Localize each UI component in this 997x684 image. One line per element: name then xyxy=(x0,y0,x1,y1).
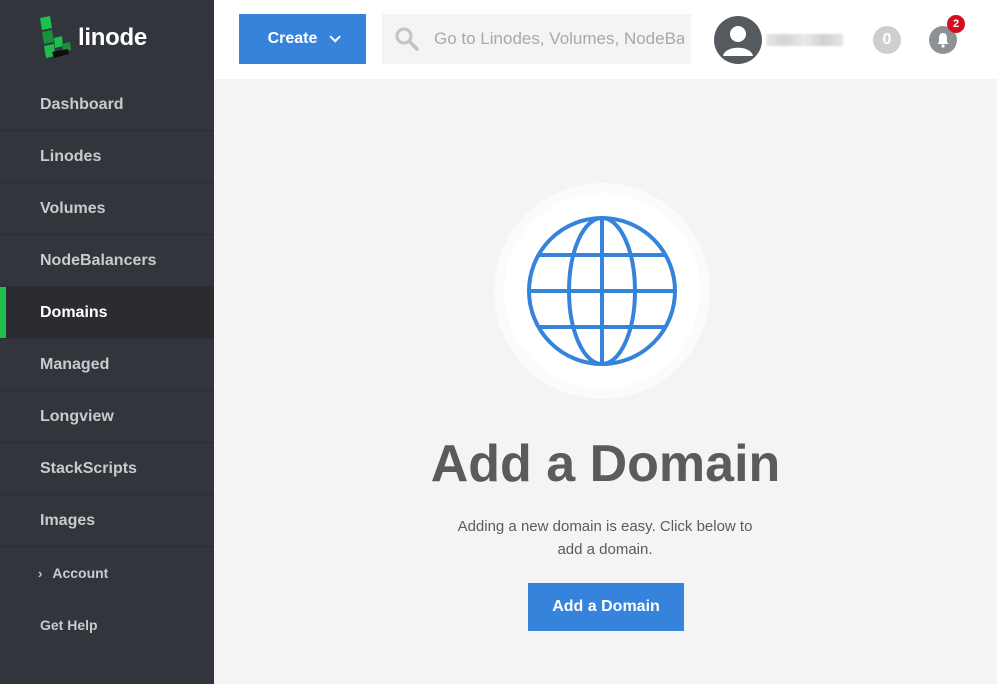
sidebar-item-label: Images xyxy=(40,511,96,529)
sidebar-item-stackscripts[interactable]: StackScripts xyxy=(0,443,214,495)
events-count: 0 xyxy=(882,31,892,48)
chevron-down-icon xyxy=(329,31,342,43)
sidebar-item-label: Get Help xyxy=(40,617,98,633)
notifications-count: 2 xyxy=(952,18,960,30)
sidebar-item-label: Domains xyxy=(40,303,108,321)
linode-logo[interactable]: linode xyxy=(38,16,147,60)
chevron-right-icon: › xyxy=(38,565,43,581)
sidebar-item-dashboard[interactable]: Dashboard xyxy=(0,79,214,131)
search-bar[interactable] xyxy=(382,14,691,64)
globe-icon-inner xyxy=(504,193,700,389)
sidebar-item-get-help[interactable]: Get Help xyxy=(0,599,214,651)
sidebar-item-longview[interactable]: Longview xyxy=(0,391,214,443)
avatar[interactable] xyxy=(714,16,762,64)
top-bar: Create 0 2 xyxy=(214,0,997,79)
logo-text: linode xyxy=(78,24,147,51)
create-button-label: Create xyxy=(267,30,318,47)
sidebar-nav: Dashboard Linodes Volumes NodeBalancers … xyxy=(0,79,214,651)
user-icon xyxy=(723,26,753,56)
username-redacted[interactable] xyxy=(766,34,843,46)
sidebar-item-label: Dashboard xyxy=(40,95,124,113)
sidebar-item-label: Managed xyxy=(40,355,110,373)
page-title: Add a Domain xyxy=(430,435,781,493)
sidebar-item-label: Longview xyxy=(40,407,114,425)
linode-logo-icon xyxy=(40,16,71,58)
page-description: Adding a new domain is easy. Click below… xyxy=(457,518,753,558)
events-count-badge[interactable]: 0 xyxy=(873,26,901,54)
sidebar-item-label: Volumes xyxy=(40,199,106,217)
sidebar: linode Dashboard Linodes Volumes NodeBal… xyxy=(0,0,214,684)
sidebar-item-images[interactable]: Images xyxy=(0,495,214,547)
add-domain-button[interactable]: Add a Domain xyxy=(528,583,684,631)
search-icon xyxy=(395,27,419,51)
add-domain-button-label: Add a Domain xyxy=(552,598,660,615)
sidebar-item-label: Linodes xyxy=(40,147,102,165)
notifications-count-badge: 2 xyxy=(947,15,965,33)
create-button[interactable]: Create xyxy=(239,14,366,64)
globe-icon-circle xyxy=(494,183,710,399)
sidebar-item-account[interactable]: › Account xyxy=(0,547,214,599)
sidebar-item-label: NodeBalancers xyxy=(40,251,157,269)
search-input[interactable] xyxy=(434,14,684,64)
sidebar-item-nodebalancers[interactable]: NodeBalancers xyxy=(0,235,214,287)
main-content: Add a Domain Adding a new domain is easy… xyxy=(214,79,997,684)
sidebar-item-managed[interactable]: Managed xyxy=(0,339,214,391)
sidebar-item-label: StackScripts xyxy=(40,459,137,477)
sidebar-item-label: Account xyxy=(52,565,109,581)
sidebar-item-domains[interactable]: Domains xyxy=(0,287,214,339)
sidebar-item-volumes[interactable]: Volumes xyxy=(0,183,214,235)
sidebar-item-linodes[interactable]: Linodes xyxy=(0,131,214,183)
bell-icon xyxy=(937,33,949,48)
globe-icon xyxy=(527,216,677,366)
